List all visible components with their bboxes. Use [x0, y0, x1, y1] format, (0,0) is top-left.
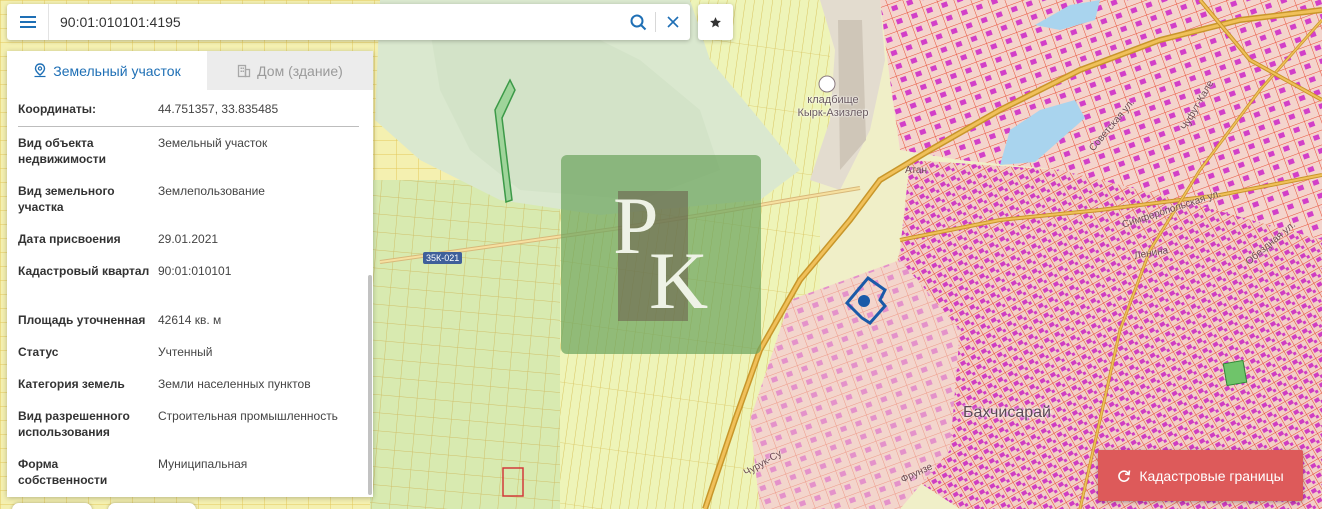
- detail-key: Статус: [18, 345, 59, 359]
- menu-button[interactable]: [7, 4, 49, 40]
- bottom-control[interactable]: [108, 503, 196, 509]
- city-label: Бахчисарай: [963, 404, 1051, 421]
- detail-key: Координаты:: [18, 102, 97, 116]
- clear-search-button[interactable]: [656, 4, 690, 40]
- detail-value: Земли населенных пунктов: [158, 377, 311, 391]
- cadastral-boundaries-button[interactable]: Кадастровые границы: [1098, 450, 1303, 501]
- detail-value: Землепользование: [158, 184, 265, 198]
- watermark-letter-k: K: [649, 235, 709, 326]
- map-pin-icon: [34, 63, 46, 78]
- divider: [18, 126, 359, 127]
- detail-value: 42614 кв. м: [158, 313, 222, 327]
- search-input[interactable]: [49, 4, 621, 40]
- detail-value[interactable]: 44.751357, 33.835485: [158, 101, 358, 117]
- star-icon: [710, 16, 721, 27]
- street-label-atan: Атан: [905, 165, 928, 176]
- detail-key: Вид разрешенного использования: [18, 409, 130, 439]
- detail-value: Муниципальная: [158, 457, 248, 471]
- detail-key: Дата присвоения: [18, 232, 121, 246]
- bottom-control[interactable]: [12, 503, 92, 509]
- search-icon: [630, 14, 646, 30]
- tab-building[interactable]: Дом (здание): [207, 51, 373, 90]
- tab-building-label: Дом (здание): [257, 62, 343, 79]
- cadastral-boundaries-label: Кадастровые границы: [1139, 467, 1284, 484]
- detail-value: Земельный участок: [158, 136, 268, 150]
- detail-value: Учтенный: [158, 345, 213, 359]
- panel-tabs: Земельный участок Дом (здание): [7, 51, 373, 90]
- detail-value[interactable]: 90:01:010101: [158, 263, 358, 279]
- road-shield: 35К-021: [423, 252, 463, 264]
- detail-value: 29.01.2021: [158, 232, 219, 246]
- search-button[interactable]: [621, 4, 655, 40]
- detail-key: Форма собственности: [18, 457, 108, 487]
- detail-key: Вид земельного участка: [18, 184, 115, 214]
- scrollbar-thumb[interactable]: [368, 275, 372, 495]
- detail-key: Вид объекта недвижимости: [18, 136, 106, 166]
- detail-key: Кадастровый квартал: [18, 264, 150, 278]
- cemetery-label: кладбище Кырк-Азизлер: [797, 94, 869, 119]
- info-panel: Земельный участок Дом (здание) Координат…: [7, 51, 373, 497]
- details-list: Координаты: 44.751357, 33.835485 Вид объ…: [7, 90, 365, 497]
- close-icon: [667, 16, 679, 28]
- search-bar: [7, 4, 690, 40]
- detail-value: Строительная промышленность: [158, 409, 338, 423]
- refresh-icon: [1118, 469, 1131, 482]
- favorites-button[interactable]: [698, 4, 733, 40]
- tab-land-plot[interactable]: Земельный участок: [7, 51, 207, 90]
- detail-key: Категория земель: [18, 377, 125, 391]
- building-icon: [238, 64, 251, 77]
- hamburger-icon: [19, 16, 36, 28]
- tab-land-plot-label: Земельный участок: [53, 62, 181, 79]
- detail-key: Площадь уточненная: [18, 313, 146, 327]
- watermark-logo: P K: [561, 155, 761, 354]
